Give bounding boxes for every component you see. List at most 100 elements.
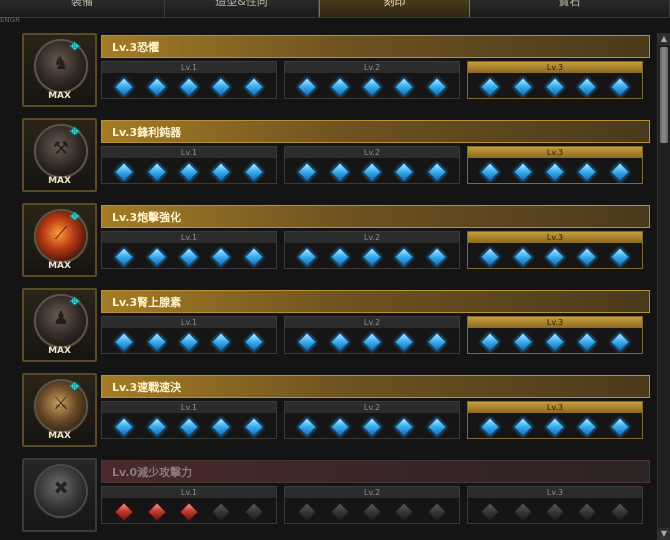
max-label: MAX	[48, 91, 71, 101]
blue-gem-icon	[297, 331, 318, 352]
tab-bar: 裝備 造型&性向 刻印 寶石	[0, 0, 670, 18]
level-slot: Lv.2	[284, 486, 460, 524]
empty-gem-icon	[480, 501, 501, 522]
level-label: Lv.1	[102, 232, 276, 243]
level-slot: Lv.3	[467, 61, 643, 99]
engraving-emblem: ✖	[53, 478, 69, 499]
empty-gem-icon	[297, 501, 318, 522]
section-label: ENGR	[0, 16, 20, 24]
blue-gem-icon	[512, 246, 533, 267]
blue-gem-icon	[243, 331, 264, 352]
level-label: Lv.2	[285, 317, 459, 328]
engraving-list: ♞ ⌖ MAX Lv.3恐懼 Lv.1 Lv.2 Lv.3 ⚒ ⌖ MAX Lv.3鋒利鈍器 Lv.1…	[22, 33, 650, 540]
engraving-title-bar: Lv.3腎上腺素	[101, 290, 650, 313]
engraving-emblem: ♟	[52, 308, 70, 329]
blue-gem-icon	[577, 246, 598, 267]
blue-gem-icon	[577, 76, 598, 97]
empty-gem-icon	[211, 501, 232, 522]
level-label: Lv.3	[468, 147, 642, 158]
engraving-row[interactable]: ⚔ ⌖ MAX Lv.3速戰速決 Lv.1 Lv.2 Lv.3	[22, 373, 650, 447]
level-slots: Lv.1 Lv.2 Lv.3	[101, 486, 650, 524]
engraving-row[interactable]: ♟ ⌖ MAX Lv.3腎上腺素 Lv.1 Lv.2 Lv.3	[22, 288, 650, 362]
crosshair-icon: ⌖	[70, 377, 80, 397]
broken-shield-icon: ✖	[36, 466, 86, 516]
engraving-title-bar: Lv.3速戰速決	[101, 375, 650, 398]
blue-gem-icon	[146, 161, 167, 182]
tab-0[interactable]: 裝備	[0, 0, 165, 17]
engraving-row[interactable]: ✖ Lv.0減少攻擊力 Lv.1 Lv.2 Lv.3	[22, 458, 650, 532]
blue-gem-icon	[512, 331, 533, 352]
level-slot: Lv.1	[101, 231, 277, 269]
engraving-title-bar: Lv.0減少攻擊力	[101, 460, 650, 483]
level-label: Lv.1	[102, 317, 276, 328]
blue-gem-icon	[480, 76, 501, 97]
tab-2[interactable]: 刻印	[319, 0, 470, 17]
blue-gem-icon	[114, 161, 135, 182]
level-label: Lv.3	[468, 402, 642, 413]
red-gem-icon	[179, 501, 199, 522]
level-slot: Lv.1	[101, 61, 277, 99]
blue-gem-icon	[179, 416, 199, 437]
level-slot: Lv.3	[467, 146, 643, 184]
engraving-icon-frame[interactable]: ♟ ⌖ MAX	[22, 288, 97, 362]
engraving-icon-frame[interactable]: ⚔ ⌖ MAX	[22, 373, 97, 447]
engraving-row[interactable]: ⟋ ⌖ MAX Lv.3炮擊強化 Lv.1 Lv.2 Lv.3	[22, 203, 650, 277]
blue-gem-icon	[609, 246, 630, 267]
blue-gem-icon	[394, 76, 415, 97]
blue-gem-icon	[146, 331, 167, 352]
level-label: Lv.1	[102, 62, 276, 73]
tab-1[interactable]: 造型&性向	[165, 0, 319, 17]
scrollbar[interactable]: ▲ ▼	[657, 33, 670, 540]
empty-gem-icon	[394, 501, 415, 522]
blue-gem-icon	[179, 161, 199, 182]
level-slot: Lv.3	[467, 486, 643, 524]
scroll-down-arrow-icon[interactable]: ▼	[658, 528, 670, 540]
empty-gem-icon	[243, 501, 264, 522]
tab-3[interactable]: 寶石	[470, 0, 670, 17]
empty-gem-icon	[329, 501, 350, 522]
engraving-row[interactable]: ⚒ ⌖ MAX Lv.3鋒利鈍器 Lv.1 Lv.2 Lv.3	[22, 118, 650, 192]
empty-gem-icon	[512, 501, 533, 522]
level-label: Lv.2	[285, 147, 459, 158]
blue-gem-icon	[426, 416, 447, 437]
engraving-icon-frame[interactable]: ✖	[22, 458, 97, 532]
blue-gem-icon	[329, 331, 350, 352]
level-label: Lv.3	[468, 487, 642, 498]
blue-gem-icon	[480, 331, 501, 352]
level-label: Lv.1	[102, 487, 276, 498]
blue-gem-icon	[114, 76, 135, 97]
level-slot: Lv.2	[284, 61, 460, 99]
level-slots: Lv.1 Lv.2 Lv.3	[101, 61, 650, 99]
blue-gem-icon	[362, 161, 382, 182]
blue-gem-icon	[394, 331, 415, 352]
blue-gem-icon	[362, 331, 382, 352]
blue-gem-icon	[480, 416, 501, 437]
blue-gem-icon	[362, 246, 382, 267]
blue-gem-icon	[297, 416, 318, 437]
engraving-emblem: ⟋	[54, 223, 68, 244]
engraving-title-bar: Lv.3恐懼	[101, 35, 650, 58]
engraving-title: Lv.3恐懼	[112, 41, 160, 54]
blue-gem-icon	[577, 331, 598, 352]
blue-gem-icon	[545, 416, 565, 437]
level-label: Lv.1	[102, 147, 276, 158]
level-label: Lv.2	[285, 232, 459, 243]
engraving-icon-frame[interactable]: ♞ ⌖ MAX	[22, 33, 97, 107]
blue-gem-icon	[426, 331, 447, 352]
scroll-up-arrow-icon[interactable]: ▲	[658, 33, 670, 45]
engraving-title: Lv.3鋒利鈍器	[112, 126, 182, 139]
level-slot: Lv.3	[467, 231, 643, 269]
engraving-icon-frame[interactable]: ⚒ ⌖ MAX	[22, 118, 97, 192]
level-slot: Lv.1	[101, 401, 277, 439]
blue-gem-icon	[545, 246, 565, 267]
red-gem-icon	[146, 501, 167, 522]
crosshair-icon: ⌖	[70, 207, 80, 227]
engraving-row[interactable]: ♞ ⌖ MAX Lv.3恐懼 Lv.1 Lv.2 Lv.3	[22, 33, 650, 107]
scroll-thumb[interactable]	[660, 47, 668, 143]
blue-gem-icon	[243, 416, 264, 437]
engraving-icon-frame[interactable]: ⟋ ⌖ MAX	[22, 203, 97, 277]
level-slots: Lv.1 Lv.2 Lv.3	[101, 401, 650, 439]
empty-gem-icon	[426, 501, 447, 522]
blue-gem-icon	[329, 161, 350, 182]
blue-gem-icon	[329, 246, 350, 267]
